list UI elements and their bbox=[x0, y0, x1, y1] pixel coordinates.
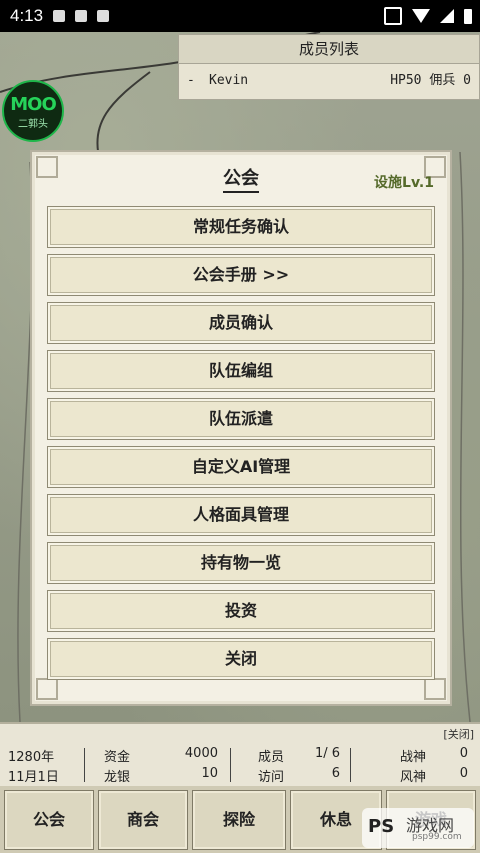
year-text: 1280年 bbox=[8, 750, 55, 765]
invest-button[interactable]: 投资 bbox=[47, 590, 435, 632]
notification-a-icon bbox=[53, 10, 66, 22]
nav-commerce-button[interactable]: 商会 bbox=[98, 790, 188, 850]
divider bbox=[84, 748, 85, 782]
info-panel: [关闭] 1280年 11月1日 资金 4000 龙银 10 成员 1/ 6 访… bbox=[0, 722, 480, 788]
notification-book-icon bbox=[75, 10, 88, 22]
member-stat: HP50 佣兵 0 bbox=[390, 73, 471, 88]
dragon-silver-value: 10 bbox=[201, 766, 218, 781]
members-value: 1/ 6 bbox=[314, 746, 340, 761]
persona-mask-button[interactable]: 人格面具管理 bbox=[47, 494, 435, 536]
members-label: 成员 bbox=[258, 750, 285, 765]
team-formation-button[interactable]: 队伍编组 bbox=[47, 350, 435, 392]
war-god-value: 0 bbox=[459, 746, 468, 761]
war-god-label: 战神 bbox=[400, 750, 427, 765]
divider bbox=[350, 748, 351, 782]
logo-text: MOO bbox=[10, 94, 57, 115]
close-dialog-button[interactable]: 关闭 bbox=[47, 638, 435, 680]
date-text: 11月1日 bbox=[8, 770, 59, 785]
info-close-button[interactable]: [关闭] bbox=[443, 726, 474, 742]
wind-god-value: 0 bbox=[459, 766, 468, 781]
guild-handbook-button[interactable]: 公会手册 >> bbox=[47, 254, 435, 296]
wind-god-label: 风神 bbox=[400, 770, 427, 785]
site-watermark: PS 游戏网 psp99.com bbox=[362, 808, 474, 848]
status-bar: 4:13 bbox=[0, 0, 480, 32]
visit-label: 访问 bbox=[258, 770, 285, 785]
moo-logo: MOO 二郭头 bbox=[2, 80, 64, 142]
visit-value: 6 bbox=[331, 766, 340, 781]
member-list-panel: 成员列表 - Kevin HP50 佣兵 0 bbox=[178, 34, 480, 100]
wifi-icon bbox=[412, 9, 430, 23]
custom-ai-button[interactable]: 自定义AI管理 bbox=[47, 446, 435, 488]
dialog-corner bbox=[424, 678, 446, 700]
vibrate-icon bbox=[384, 7, 402, 25]
funds-value: 4000 bbox=[184, 746, 218, 761]
logo-subtext: 二郭头 bbox=[18, 119, 48, 130]
inventory-button[interactable]: 持有物一览 bbox=[47, 542, 435, 584]
dragon-silver-label: 龙银 bbox=[104, 770, 131, 785]
nav-guild-button[interactable]: 公会 bbox=[4, 790, 94, 850]
member-confirm-button[interactable]: 成员确认 bbox=[47, 302, 435, 344]
watermark-url: psp99.com bbox=[412, 832, 462, 842]
watermark-ps: PS bbox=[368, 816, 395, 837]
member-dash: - bbox=[187, 73, 195, 88]
nav-explore-button[interactable]: 探险 bbox=[192, 790, 286, 850]
regular-quest-button[interactable]: 常规任务确认 bbox=[47, 206, 435, 248]
team-dispatch-button[interactable]: 队伍派遣 bbox=[47, 398, 435, 440]
cell-signal-icon bbox=[440, 9, 454, 23]
member-row[interactable]: - Kevin HP50 佣兵 0 bbox=[179, 64, 479, 98]
dialog-corner bbox=[36, 678, 58, 700]
notification-book2-icon bbox=[97, 10, 110, 22]
member-list-title: 成员列表 bbox=[179, 35, 479, 64]
dialog-title-text: 公会 bbox=[223, 168, 259, 193]
facility-level: 设施Lv.1 bbox=[374, 175, 434, 191]
battery-icon bbox=[464, 8, 472, 24]
status-time: 4:13 bbox=[10, 6, 44, 25]
guild-dialog: 公会 设施Lv.1 常规任务确认 公会手册 >> 成员确认 队伍编组 队伍派遣 … bbox=[30, 150, 452, 706]
member-name: Kevin bbox=[209, 73, 249, 88]
funds-label: 资金 bbox=[104, 750, 131, 765]
divider bbox=[230, 748, 231, 782]
